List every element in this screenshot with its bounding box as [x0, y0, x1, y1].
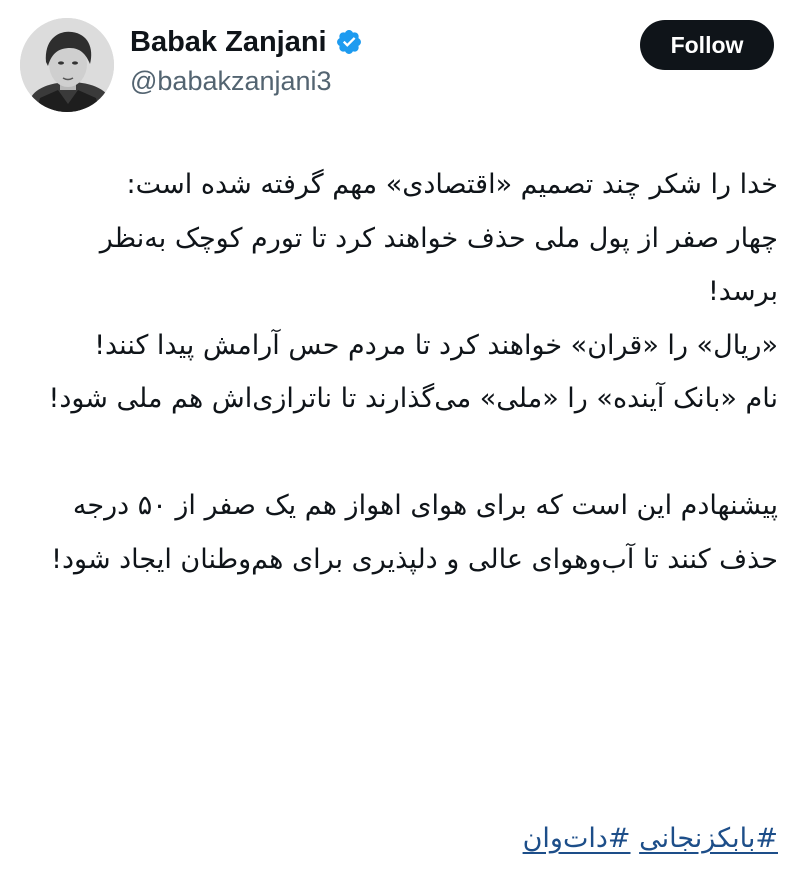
display-name-row: Babak Zanjani	[130, 24, 363, 60]
profile-photo	[20, 18, 114, 112]
verified-badge-icon	[335, 28, 363, 56]
follow-button[interactable]: Follow	[640, 20, 774, 70]
user-identity: Babak Zanjani @babakzanjani3	[130, 24, 363, 98]
display-name[interactable]: Babak Zanjani	[130, 24, 327, 60]
user-handle[interactable]: @babakzanjani3	[130, 64, 363, 98]
hashtag-row: #بابکزنجانی #دات‌وان	[30, 814, 778, 864]
tweet-header: Babak Zanjani @babakzanjani3 Follow	[0, 0, 800, 130]
hashtag-dotone[interactable]: #دات‌وان	[523, 823, 631, 854]
hashtag-babakzanjani[interactable]: #بابکزنجانی	[639, 823, 778, 854]
avatar[interactable]	[20, 18, 114, 112]
tweet-text: خدا را شکر چند تصمیم «اقتصادی» مهم گرفته…	[48, 169, 779, 575]
